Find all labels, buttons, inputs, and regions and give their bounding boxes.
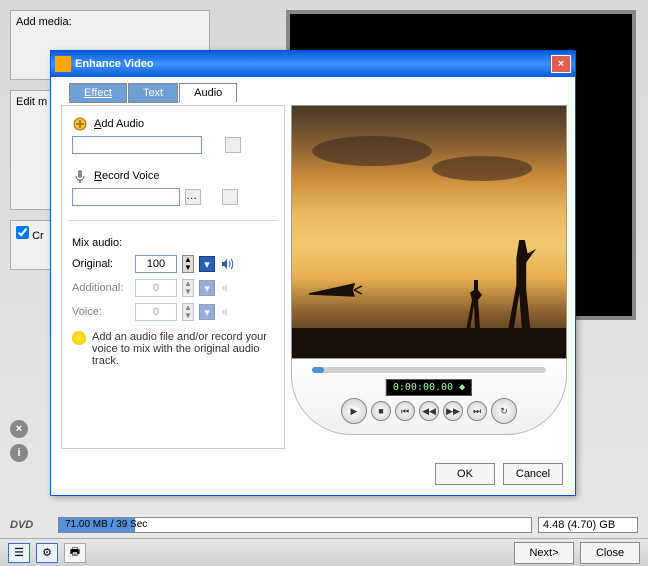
list-view-icon[interactable]: ☰ <box>8 543 30 563</box>
info-round-icon[interactable]: i <box>10 444 28 462</box>
preview-area: 0:00:00.00 ◆ ▶ ■ ⏮ ◀◀ ▶▶ ⏭ ↻ <box>291 105 567 449</box>
tab-bar: Effect Text Audio <box>69 83 238 103</box>
delete-audio-button[interactable] <box>225 137 241 153</box>
titlebar: Enhance Video × <box>51 51 575 77</box>
add-audio-input[interactable] <box>72 136 202 154</box>
create-checkbox[interactable] <box>16 226 29 239</box>
player-controls: 0:00:00.00 ◆ ▶ ■ ⏮ ◀◀ ▶▶ ⏭ ↻ <box>291 359 567 435</box>
playback-slider[interactable] <box>312 367 546 373</box>
voice-label: Voice: <box>72 306 130 318</box>
bottom-toolbar: ☰ ⚙ 🖶 Next> Close <box>0 538 648 566</box>
timecode-display: 0:00:00.00 ◆ <box>386 379 472 396</box>
additional-label: Additional: <box>72 282 130 294</box>
repeat-button[interactable]: ↻ <box>491 398 517 424</box>
tab-audio[interactable]: Audio <box>179 83 237 103</box>
progress-text: 71.00 MB / 39 Sec <box>65 519 147 530</box>
add-media-label: Add media: <box>16 16 72 28</box>
additional-value <box>135 279 177 297</box>
tab-text[interactable]: Text <box>128 83 178 103</box>
original-value[interactable] <box>135 255 177 273</box>
add-audio-icon <box>72 116 88 132</box>
enhance-video-dialog: Enhance Video × Effect Text Audio Add Au… <box>50 50 576 496</box>
original-dropdown[interactable]: ▾ <box>199 256 215 272</box>
voice-dropdown[interactable]: ▾ <box>199 304 215 320</box>
dialog-title: Enhance Video <box>75 58 154 70</box>
stop-button[interactable]: ■ <box>371 401 391 421</box>
prev-button[interactable]: ⏮ <box>395 401 415 421</box>
original-label: Original: <box>72 258 130 270</box>
play-button[interactable]: ▶ <box>341 398 367 424</box>
speaker-icon-disabled <box>220 281 234 295</box>
additional-spinner: ▲▼ <box>182 279 194 297</box>
settings-icon[interactable]: ⚙ <box>36 543 58 563</box>
dvd-label: DVD <box>10 519 52 531</box>
edit-label: Edit m <box>16 96 47 108</box>
close-app-button[interactable]: Close <box>580 542 640 564</box>
cancel-button[interactable]: Cancel <box>503 463 563 485</box>
original-spinner[interactable]: ▲▼ <box>182 255 194 273</box>
ok-button[interactable]: OK <box>435 463 495 485</box>
additional-dropdown[interactable]: ▾ <box>199 280 215 296</box>
microphone-icon <box>72 168 88 184</box>
speaker-icon[interactable] <box>220 257 234 271</box>
record-voice-label: Record Voice <box>94 170 159 182</box>
size-progress-bar: 71.00 MB / 39 Sec <box>58 517 532 533</box>
tab-effect[interactable]: Effect <box>69 83 127 103</box>
voice-value <box>135 303 177 321</box>
voice-spinner: ▲▼ <box>182 303 194 321</box>
kite-silhouette <box>304 276 364 306</box>
record-browse-button[interactable]: … <box>185 189 201 205</box>
next-button[interactable]: Next> <box>514 542 574 564</box>
rewind-button[interactable]: ◀◀ <box>419 401 439 421</box>
dialog-icon <box>55 56 71 72</box>
speaker-icon-disabled2 <box>220 305 234 319</box>
create-label: Cr <box>32 230 44 242</box>
status-bar: DVD 71.00 MB / 39 Sec 4.48 (4.70) GB <box>0 514 648 536</box>
forward-button[interactable]: ▶▶ <box>443 401 463 421</box>
mix-hint-text: Add an audio file and/or record your voi… <box>92 331 274 367</box>
mix-audio-title: Mix audio: <box>72 237 274 249</box>
lightbulb-icon <box>72 331 86 345</box>
next-button[interactable]: ⏭ <box>467 401 487 421</box>
record-voice-input[interactable] <box>72 188 180 206</box>
capacity-display: 4.48 (4.70) GB <box>538 517 638 533</box>
print-icon[interactable]: 🖶 <box>64 543 86 563</box>
close-round-icon[interactable]: × <box>10 420 28 438</box>
add-audio-label: Add Audio <box>94 118 144 130</box>
delete-voice-button[interactable] <box>222 189 238 205</box>
audio-side-panel: Add Audio Record Voice … Mix audio: Orig… <box>61 105 285 449</box>
preview-image <box>291 105 567 359</box>
close-button[interactable]: × <box>551 55 571 73</box>
